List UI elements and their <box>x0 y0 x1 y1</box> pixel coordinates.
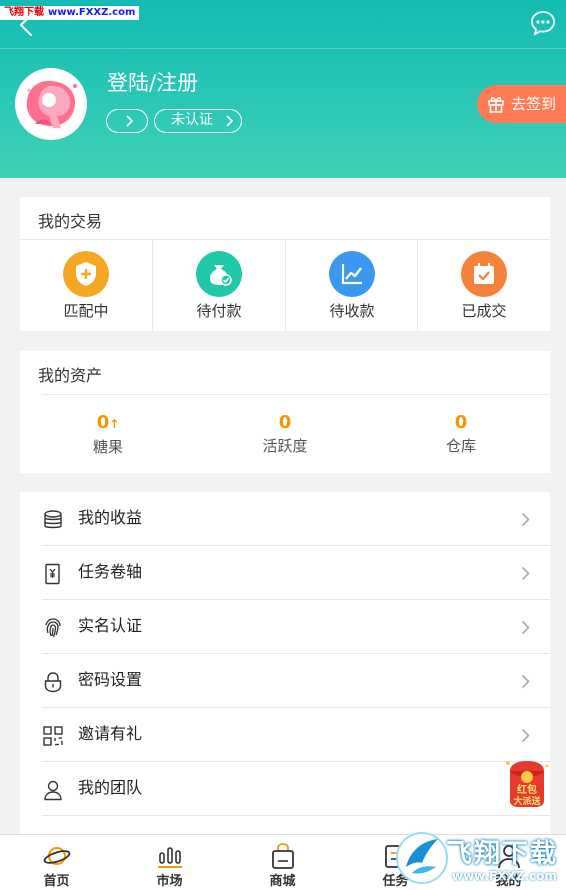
profile-header: 飞翔下载 www.FXXZ.com 登陆/注册 未认证 去签到 <box>0 0 566 178</box>
login-register-link[interactable]: 登陆/注册 <box>107 70 198 96</box>
watermark-logo-text: 飞翔下载 <box>446 839 559 869</box>
back-arrow-icon[interactable] <box>16 13 36 37</box>
menu-list: 我的收益 任务卷轴 实名认证 密码设置 邀请有礼 我的团队 <box>20 492 550 834</box>
tab-label: 商城 <box>269 874 296 889</box>
menu-label: 我的团队 <box>78 778 143 797</box>
my-trades-title: 我的交易 <box>38 212 103 231</box>
shopping-bag-icon <box>271 843 294 869</box>
trade-label: 已成交 <box>461 302 507 320</box>
menu-item-password-settings[interactable]: 密码设置 <box>20 654 550 708</box>
trade-pending-receipt[interactable]: 待收款 <box>286 240 418 331</box>
card-divider <box>42 394 550 395</box>
asset-label: 仓库 <box>445 437 476 455</box>
watermark-logo: 飞翔下载 www.FXXZ.com <box>392 827 566 890</box>
tab-label: 市场 <box>156 874 183 889</box>
chevron-right-icon <box>126 115 133 127</box>
my-assets-card: 我的资产 0↑ 糖果 0 活跃度 0 仓库 <box>20 351 550 473</box>
chevron-right-icon <box>521 566 530 581</box>
red-packet-line2: 大派送 <box>513 795 541 807</box>
trade-matching[interactable]: 匹配中 <box>20 240 152 331</box>
asset-candy[interactable]: 0↑ 糖果 <box>20 411 196 457</box>
menu-label: 我的收益 <box>78 508 143 527</box>
watermark-url: www.FXXZ.com <box>48 7 136 18</box>
calendar-check-icon <box>461 251 507 297</box>
menu-item-my-team[interactable]: 我的团队 <box>20 762 550 816</box>
gift-icon <box>488 97 504 113</box>
tab-market[interactable]: 市场 <box>113 835 226 890</box>
chevron-right-icon <box>226 115 233 127</box>
asset-activity[interactable]: 0 活跃度 <box>197 411 373 456</box>
red-packet-icon: 红包 大派送 <box>506 761 549 807</box>
yen-document-icon <box>45 563 60 585</box>
trade-pending-payment[interactable]: 待付款 <box>153 240 285 331</box>
avatar-image <box>15 68 87 140</box>
verification-status-label: 未认证 <box>171 112 213 128</box>
lock-icon <box>44 672 62 693</box>
asset-value: 0 <box>278 412 292 433</box>
avatar[interactable] <box>15 68 87 140</box>
asset-value: 0 <box>454 412 468 433</box>
menu-item-my-earnings[interactable]: 我的收益 <box>20 492 550 546</box>
red-packet-button[interactable]: 红包 大派送 <box>502 757 552 809</box>
menu-item-task-scroll[interactable]: 任务卷轴 <box>20 546 550 600</box>
bars-icon <box>157 847 182 868</box>
header-divider <box>0 48 566 49</box>
planet-icon <box>43 847 70 865</box>
row-divider <box>42 815 550 816</box>
my-assets-title: 我的资产 <box>38 366 103 385</box>
sign-in-label: 去签到 <box>511 95 557 113</box>
trade-label: 待付款 <box>196 302 242 320</box>
user-icon <box>44 780 62 801</box>
menu-label: 任务卷轴 <box>78 562 143 581</box>
menu-label: 密码设置 <box>78 670 143 689</box>
menu-label: 实名认证 <box>78 616 143 635</box>
money-bag-icon <box>196 251 242 297</box>
asset-label: 糖果 <box>92 438 123 456</box>
tab-label: 首页 <box>43 874 70 889</box>
message-icon[interactable] <box>530 10 556 36</box>
watermark-logo-url: www.FXXZ.com <box>452 869 557 883</box>
tab-home[interactable]: 首页 <box>0 835 113 890</box>
chevron-right-icon <box>521 674 530 689</box>
asset-value: 0 <box>96 412 110 433</box>
sign-in-button[interactable]: 去签到 <box>477 85 566 123</box>
fingerprint-icon <box>45 618 61 638</box>
my-trades-card: 我的交易 匹配中 待付款 待收款 已成交 <box>20 197 550 331</box>
asset-warehouse[interactable]: 0 仓库 <box>373 411 549 456</box>
tab-mall[interactable]: 商城 <box>226 835 339 890</box>
level-pill[interactable] <box>106 109 148 133</box>
up-arrow-icon: ↑ <box>109 417 120 431</box>
menu-item-invite-gift[interactable]: 邀请有礼 <box>20 708 550 762</box>
trade-completed[interactable]: 已成交 <box>418 240 550 331</box>
red-packet-line1: 红包 <box>517 783 537 796</box>
qr-code-icon <box>43 726 63 746</box>
chevron-right-icon <box>521 512 530 527</box>
asset-label: 活跃度 <box>262 437 308 455</box>
menu-label: 邀请有礼 <box>78 724 143 743</box>
chevron-right-icon <box>521 620 530 635</box>
coins-stack-icon <box>44 510 62 529</box>
shield-plus-icon <box>63 251 109 297</box>
verification-status-pill[interactable]: 未认证 <box>154 109 242 133</box>
chevron-right-icon <box>521 728 530 743</box>
menu-item-real-name-verification[interactable]: 实名认证 <box>20 600 550 654</box>
chart-line-icon <box>329 251 375 297</box>
trade-label: 待收款 <box>329 302 375 320</box>
trade-label: 匹配中 <box>63 302 109 320</box>
